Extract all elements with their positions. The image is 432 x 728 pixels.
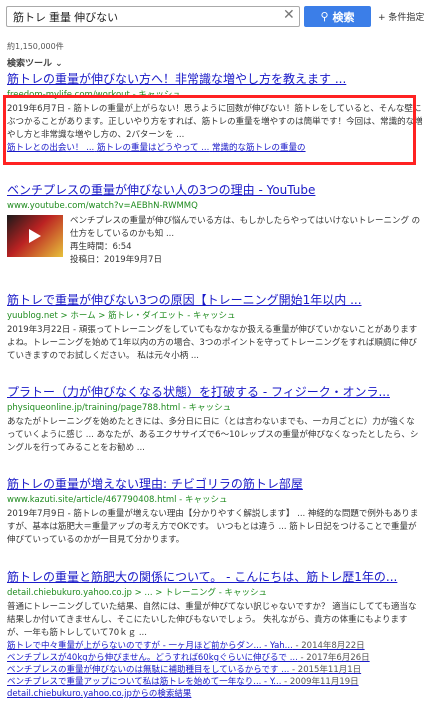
result-count: 約1,150,000件 — [7, 42, 64, 51]
result-title-link[interactable]: 筋トレで重量が伸びない3つの原因【トレーニング開始1年以内 ... — [7, 293, 423, 308]
search-icon: ⚲ — [320, 10, 329, 23]
result-item: 筋トレの重量が伸びない方へ！非常識な増やし方を教えます ... freedom-… — [7, 72, 423, 154]
result-title-link[interactable]: 筋トレの重量が伸びない方へ！非常識な増やし方を教えます ... — [7, 72, 423, 87]
sitelinks: 筋トレとの出会い！ ... 筋トレの重量はどうやって ... 常識的な筋トレの重… — [7, 142, 423, 154]
related-link[interactable]: ベンチプレスの重量が伸びないのは無駄に補助種目をしているからです ... - 2… — [7, 664, 423, 676]
more-results-link[interactable]: detail.chiebukuro.yahoo.co.jpからの検索結果 — [7, 688, 423, 700]
result-snippet: 2019年3月22日 - 頑張ってトレーニングをしていてもなかなか扱える重量が伸… — [7, 325, 418, 361]
video-thumbnail[interactable] — [7, 215, 63, 257]
result-url[interactable]: physiqueonline.jp/training/page788.html … — [7, 402, 423, 414]
result-item: 筋トレの重量と筋肥大の関係について。 - こんにちは、筋トレ歴1年の... de… — [7, 570, 423, 700]
result-title-link[interactable]: 筋トレの重量と筋肥大の関係について。 - こんにちは、筋トレ歴1年の... — [7, 570, 423, 585]
related-link[interactable]: ベンチプレスで重量アップについて私は筋トレを始めて一年なり... - Y... … — [7, 676, 423, 688]
condition-link[interactable]: + 条件指定 — [378, 10, 424, 23]
sitelink[interactable]: 筋トレとの出会い！ ... — [7, 143, 94, 153]
sitelink[interactable]: 常識的な筋トレの重量の — [212, 143, 306, 153]
related-link[interactable]: 筋トレで中々重量が上がらないのですが - 一ヶ月ほど前からダン... - Yah… — [7, 640, 423, 652]
result-url[interactable]: detail.chiebukuro.yahoo.co.jp > ... > トレ… — [7, 587, 423, 599]
result-url[interactable]: yuublog.net > ホーム > 筋トレ・ダイエット - キャッシュ — [7, 310, 423, 322]
search-button[interactable]: ⚲ 検索 — [304, 6, 371, 27]
search-button-label: 検索 — [332, 10, 355, 24]
result-item: プラトー（力が伸びなくなる状態）を打破する - フィジーク・オンラ... phy… — [7, 385, 423, 455]
result-url[interactable]: www.kazuti.site/article/467790408.html -… — [7, 494, 423, 506]
result-snippet: ベンチプレスの重量が伸び悩んでいる方は、もしかしたらやってはいけないトレーニング… — [70, 216, 421, 239]
result-snippet: 2019年6月7日 - 筋トレの重量が上がらない！思うように回数が伸びない！筋ト… — [7, 104, 423, 140]
play-icon — [29, 229, 41, 243]
result-snippet: 普通にトレーニングしていた結果、自然には、重量が伸びてない訳じゃないですか？ 適… — [7, 602, 417, 638]
sitelink[interactable]: 筋トレの重量はどうやって ... — [97, 143, 209, 153]
search-tools-button[interactable]: 検索ツール ⌄ — [7, 56, 63, 69]
result-title-link[interactable]: 筋トレの重量が増えない理由: チビゴリラの筋トレ部屋 — [7, 477, 423, 492]
related-link[interactable]: ベンチプレスが40kgから伸びません。どうすれば60kgぐらいに伸びるで ...… — [7, 652, 423, 664]
result-item: 筋トレで重量が伸びない3つの原因【トレーニング開始1年以内 ... yuublo… — [7, 293, 423, 363]
result-url[interactable]: freedom-mylife.com/workout - キャッシュ — [7, 89, 423, 101]
search-input[interactable] — [6, 6, 300, 27]
result-snippet: 2019年7月9日 - 筋トレの重量が増えない理由【分かりやすく解説します】 .… — [7, 509, 419, 545]
search-bar: ✕ ⚲ 検索 + 条件指定 — [0, 0, 432, 34]
result-url[interactable]: www.youtube.com/watch?v=AEBhN-RWMMQ — [7, 200, 423, 212]
result-title-link[interactable]: プラトー（力が伸びなくなる状態）を打破する - フィジーク・オンラ... — [7, 385, 423, 400]
result-item: ベンチプレスの重量が伸びない人の3つの理由 - YouTube www.yout… — [7, 183, 423, 267]
video-posted-date: 投稿日：2019年9月7日 — [70, 255, 162, 265]
close-icon[interactable]: ✕ — [283, 7, 295, 23]
result-snippet: あなたがトレーニングを始めたときには、多分日に日に（とは言わないまでも、一カ月ご… — [7, 417, 419, 453]
result-item: 筋トレの重量が増えない理由: チビゴリラの筋トレ部屋 www.kazuti.si… — [7, 477, 423, 547]
video-play-time: 再生時間：6:54 — [70, 242, 132, 252]
result-title-link[interactable]: ベンチプレスの重量が伸びない人の3つの理由 - YouTube — [7, 183, 423, 198]
